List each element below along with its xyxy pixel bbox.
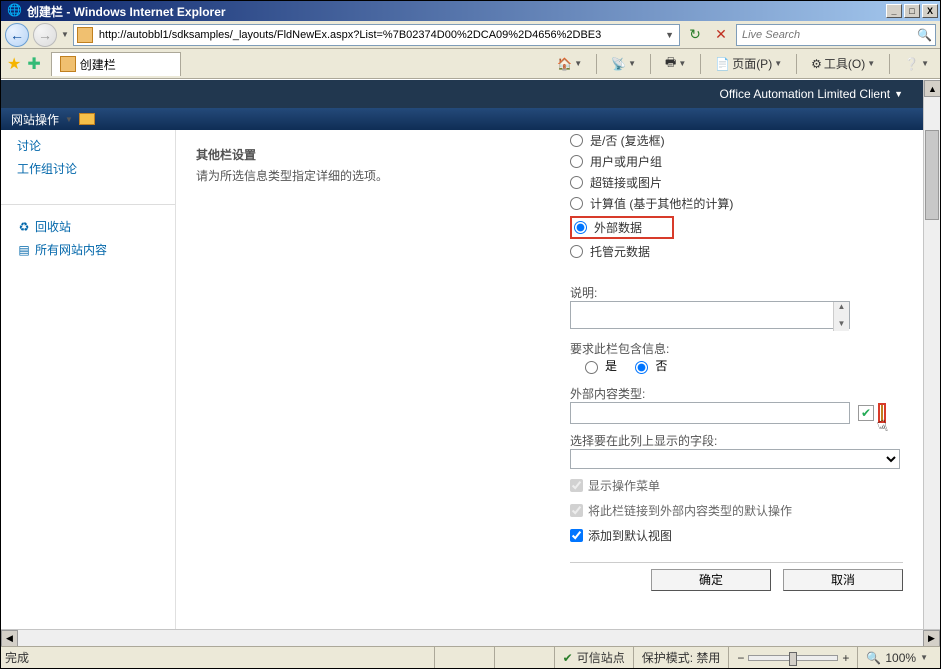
- window: 🌐 创建栏 - Windows Internet Explorer _ □ X …: [0, 0, 941, 669]
- scroll-thumb[interactable]: [925, 130, 939, 220]
- textarea-scrollbar[interactable]: ▲▼: [833, 302, 849, 331]
- print-button[interactable]: 🖶▼: [662, 53, 689, 75]
- maximize-button[interactable]: □: [904, 4, 920, 18]
- sp-ribbon: 网站操作 ▼: [1, 108, 923, 130]
- forward-button[interactable]: →: [33, 23, 57, 47]
- scroll-left-arrow[interactable]: ◀: [1, 630, 18, 646]
- add-favorite-icon[interactable]: ✚: [27, 54, 40, 74]
- tab-toolbar: ★ ✚ 创建栏 🏠▼ 📡▼ 🖶▼ 📄 页面(P) ▼ ⚙ 工具(O) ▼ ❔▼: [1, 49, 940, 79]
- vertical-scrollbar[interactable]: ▲ ▼: [923, 80, 940, 646]
- recycle-icon: ♻: [17, 220, 31, 234]
- viewport: Office Automation Limited Client ▼ 网站操作 …: [1, 79, 940, 646]
- nav-toolbar: ← → ▼ ▼ ↻ ✕ 🔍: [1, 21, 940, 49]
- status-blank1: [434, 647, 494, 668]
- chk-link-default: [570, 504, 583, 517]
- label-description: 说明:: [570, 284, 903, 301]
- radio-managed-metadata[interactable]: [570, 245, 583, 258]
- zoom-in-icon[interactable]: +: [842, 651, 849, 665]
- nav-all-content[interactable]: ▤所有网站内容: [1, 238, 175, 261]
- label-ext-type: 外部内容类型:: [570, 385, 903, 402]
- close-button[interactable]: X: [922, 4, 938, 18]
- chk-add-default-view[interactable]: [570, 529, 583, 542]
- ie-icon: 🌐: [7, 3, 23, 19]
- lbl-link-default: 将此栏链接到外部内容类型的默认操作: [588, 502, 792, 519]
- page-menu[interactable]: 📄 页面(P) ▼: [712, 53, 785, 75]
- stop-button[interactable]: ✕: [710, 24, 732, 46]
- home-button[interactable]: 🏠▼: [554, 53, 585, 75]
- horizontal-scrollbar[interactable]: ◀ ▶: [1, 629, 940, 646]
- left-nav: 讨论 工作组讨论 ♻回收站 ▤所有网站内容: [1, 130, 176, 629]
- check-icon: ✔: [563, 651, 573, 665]
- search-icon[interactable]: 🔍: [917, 28, 932, 42]
- scroll-right-arrow[interactable]: ▶: [923, 630, 940, 646]
- description-textarea[interactable]: [570, 301, 850, 329]
- page-favicon: [77, 27, 93, 43]
- search-bar[interactable]: 🔍: [736, 24, 936, 46]
- label-select-field: 选择要在此列上显示的字段:: [570, 432, 903, 449]
- highlight-external-data: 外部数据: [570, 216, 674, 239]
- refresh-button[interactable]: ↻: [684, 24, 706, 46]
- status-blank2: [494, 647, 554, 668]
- check-entity-icon[interactable]: ✔: [858, 405, 874, 421]
- sp-topbar: Office Automation Limited Client ▼: [1, 80, 923, 108]
- favorites-icon[interactable]: ★: [7, 54, 21, 74]
- status-protected-mode: 保护模式: 禁用: [633, 647, 729, 668]
- list-icon: ▤: [17, 243, 31, 257]
- main-area: 讨论 工作组讨论 ♻回收站 ▤所有网站内容 其他栏设置 请为所选信息类型指定详细…: [1, 130, 923, 629]
- help-button[interactable]: ❔▼: [901, 53, 932, 75]
- nav-history-dropdown[interactable]: ▼: [61, 30, 69, 39]
- section-title: 其他栏设置: [190, 136, 564, 167]
- radio-hyperlink[interactable]: [570, 176, 583, 189]
- site-actions-menu[interactable]: 网站操作: [11, 111, 59, 128]
- address-bar[interactable]: ▼: [73, 24, 680, 46]
- page-content: Office Automation Limited Client ▼ 网站操作 …: [1, 80, 923, 629]
- form-area: 其他栏设置 请为所选信息类型指定详细的选项。 是/否 (复选框) 用户或用户组 …: [176, 130, 923, 629]
- display-field-select[interactable]: [570, 449, 900, 469]
- status-trusted-sites[interactable]: ✔可信站点: [554, 647, 633, 668]
- radio-yesno[interactable]: [570, 134, 583, 147]
- tab-title: 创建栏: [80, 56, 116, 73]
- nav-recycle-bin[interactable]: ♻回收站: [1, 215, 175, 238]
- chevron-down-icon[interactable]: ▼: [894, 89, 903, 99]
- status-bar: 完成 ✔可信站点 保护模式: 禁用 − + 🔍 100% ▼: [1, 646, 940, 668]
- nav-team-discussion[interactable]: 工作组讨论: [1, 157, 175, 180]
- minimize-button[interactable]: _: [886, 4, 902, 18]
- cancel-button[interactable]: 取消: [783, 569, 903, 591]
- zoom-slider[interactable]: [748, 655, 838, 661]
- search-input[interactable]: [740, 28, 917, 42]
- tools-menu[interactable]: ⚙ 工具(O) ▼: [808, 53, 878, 75]
- url-dropdown[interactable]: ▼: [663, 30, 676, 40]
- status-done: 完成: [5, 649, 29, 666]
- radio-external-data[interactable]: [574, 221, 587, 234]
- lbl-show-actions: 显示操作菜单: [588, 477, 660, 494]
- chevron-down-icon[interactable]: ▼: [65, 115, 73, 124]
- sp-user-menu[interactable]: Office Automation Limited Client: [720, 87, 891, 101]
- zoom-out-icon[interactable]: −: [737, 651, 744, 665]
- radio-calculated[interactable]: [570, 197, 583, 210]
- feeds-button[interactable]: 📡▼: [608, 53, 639, 75]
- browser-tab[interactable]: 创建栏: [51, 52, 181, 76]
- scroll-up-arrow[interactable]: ▲: [924, 80, 940, 97]
- radio-person[interactable]: [570, 155, 583, 168]
- external-type-input[interactable]: [570, 402, 850, 424]
- tab-favicon: [60, 56, 76, 72]
- ok-button[interactable]: 确定: [651, 569, 771, 591]
- lbl-add-default-view: 添加到默认视图: [588, 527, 672, 544]
- status-zoom-controls[interactable]: − +: [728, 647, 857, 668]
- chk-show-actions: [570, 479, 583, 492]
- window-title: 创建栏 - Windows Internet Explorer: [27, 3, 886, 20]
- section-desc: 请为所选信息类型指定详细的选项。: [190, 167, 564, 184]
- nav-discussion[interactable]: 讨论: [1, 134, 175, 157]
- back-button[interactable]: ←: [5, 23, 29, 47]
- url-input[interactable]: [97, 28, 663, 42]
- titlebar: 🌐 创建栏 - Windows Internet Explorer _ □ X: [1, 1, 940, 21]
- navigate-up-icon[interactable]: [79, 113, 95, 125]
- radio-require-no[interactable]: [635, 361, 648, 374]
- radio-require-yes[interactable]: [585, 361, 598, 374]
- label-require: 要求此栏包含信息:: [570, 340, 903, 357]
- status-zoom-level[interactable]: 🔍 100% ▼: [857, 647, 936, 668]
